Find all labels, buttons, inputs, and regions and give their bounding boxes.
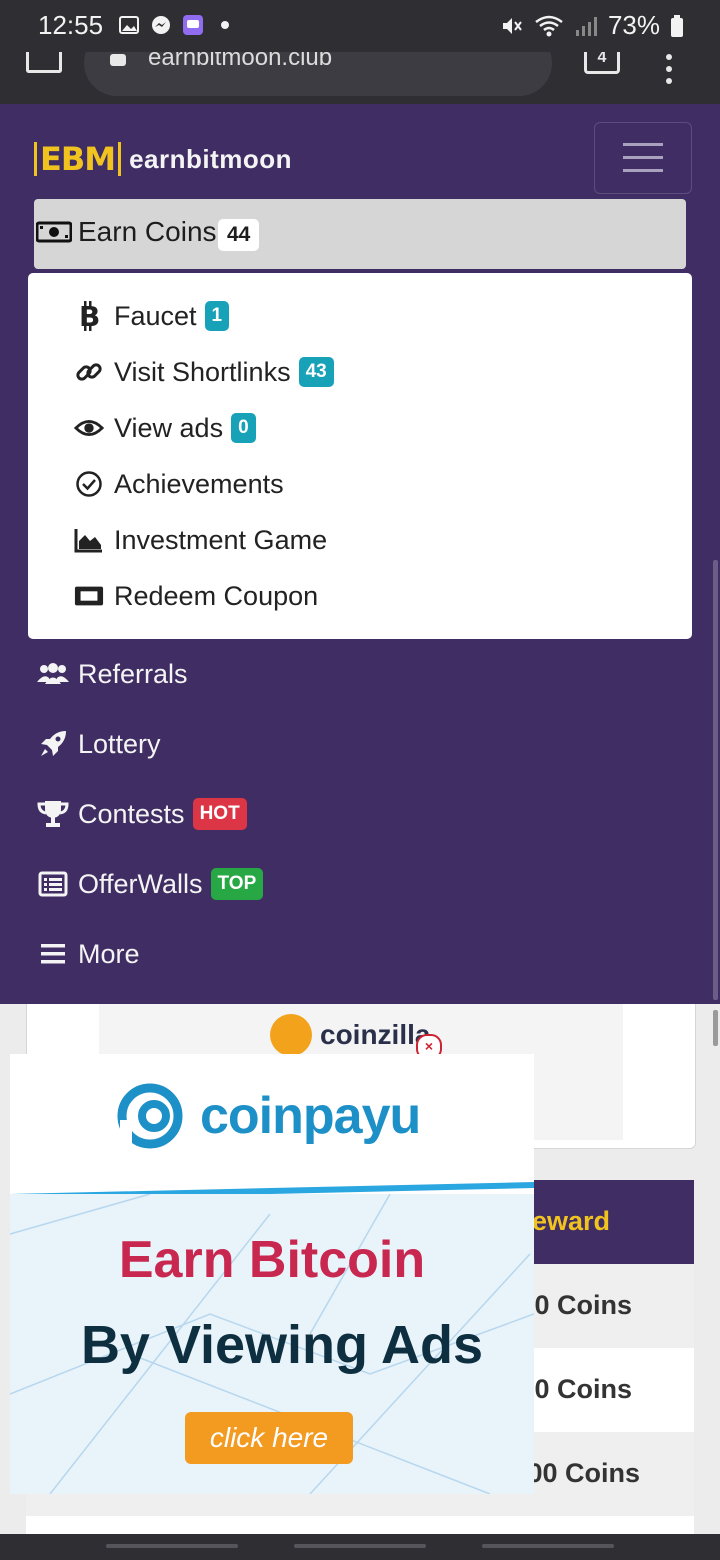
coinzilla-mascot-icon: [270, 1014, 312, 1056]
reward-column-header: eward: [531, 1206, 610, 1236]
list-icon: [36, 869, 70, 899]
area-chart-icon: [74, 525, 104, 555]
reward-cell: 00 Coins: [527, 1458, 640, 1488]
gallery-icon: [119, 16, 139, 34]
menu-item-view-ads[interactable]: View ads 0: [74, 403, 256, 453]
page-scrollbar[interactable]: [713, 1010, 718, 1046]
logo-text: earnbitmoon: [129, 143, 293, 174]
system-nav-bar: [0, 1534, 720, 1560]
reward-cell: 00 Coins: [519, 1374, 632, 1404]
menu-item-faucet[interactable]: B Faucet 1: [74, 291, 230, 341]
money-bill-icon: [36, 221, 72, 243]
users-icon: [36, 659, 70, 689]
earn-coins-dropdown-toggle[interactable]: Earn Coins 44: [34, 199, 686, 269]
faucet-label: Faucet: [114, 300, 197, 331]
tab-switcher-button[interactable]: 4: [584, 52, 620, 74]
menu-item-achievements[interactable]: Achievements: [74, 459, 284, 509]
view-ads-label: View ads: [114, 412, 224, 443]
ad-subheadline: By Viewing Ads: [80, 1315, 484, 1375]
earn-coins-menu: B Faucet 1 Visit Shortlinks 43 View ads …: [28, 273, 692, 639]
site-logo[interactable]: EBM earnbitmoon: [34, 140, 292, 178]
shortlinks-label: Visit Shortlinks: [114, 356, 291, 387]
back-button[interactable]: [482, 1544, 614, 1548]
redeem-coupon-label: Redeem Coupon: [114, 580, 319, 611]
home-icon[interactable]: [26, 52, 62, 73]
ad-brand: coinpayu: [200, 1087, 421, 1145]
chat-app-icon: [183, 15, 203, 35]
lottery-label: Lottery: [78, 728, 161, 759]
bitcoin-icon: B: [74, 301, 104, 331]
site-nav: EBM earnbitmoon Earn Coins 44 B Faucet 1…: [0, 104, 720, 1004]
hot-badge: HOT: [192, 798, 247, 830]
offerwalls-label: OfferWalls: [78, 868, 203, 899]
coinpayu-ad[interactable]: coinpayu Earn Bitcoin By Viewing Ads cli…: [10, 1054, 534, 1494]
nav-scrollbar[interactable]: [713, 560, 718, 1000]
url-text[interactable]: earnbitmoon.club: [148, 52, 332, 72]
browser-toolbar: earnbitmoon.club 4: [0, 52, 720, 104]
signal-icon: [575, 16, 597, 36]
earn-coins-label: Earn Coins: [78, 216, 217, 247]
faucet-badge: 1: [204, 301, 230, 331]
nav-item-lottery[interactable]: Lottery: [36, 719, 161, 769]
nav-toggle-button[interactable]: [594, 122, 692, 194]
nav-item-referrals[interactable]: Referrals: [36, 649, 188, 699]
top-badge: TOP: [210, 868, 264, 900]
eye-icon: [74, 413, 104, 443]
recent-apps-button[interactable]: [106, 1544, 238, 1548]
coinpayu-logo-icon: [117, 1083, 183, 1149]
menu-item-investment-game[interactable]: Investment Game: [74, 515, 327, 565]
home-button[interactable]: [294, 1544, 426, 1548]
battery-icon: [671, 14, 683, 37]
menu-item-redeem-coupon[interactable]: Redeem Coupon: [74, 571, 318, 621]
contests-label: Contests: [78, 798, 185, 829]
status-right: 73%: [500, 10, 684, 41]
lock-icon: [110, 54, 126, 66]
reward-cell: 00 Coins: [519, 1290, 632, 1320]
status-bar: 12:55 73%: [0, 0, 720, 52]
trophy-icon: [36, 799, 70, 829]
mute-icon: [502, 17, 522, 34]
dot-icon: [221, 21, 229, 29]
nav-item-contests[interactable]: Contests HOT: [36, 789, 247, 839]
wifi-icon: [535, 15, 563, 36]
check-circle-icon: [74, 469, 104, 499]
view-ads-badge: 0: [231, 413, 256, 443]
overflow-menu-icon[interactable]: [666, 54, 674, 90]
status-time: 12:55: [38, 10, 104, 40]
nav-item-more[interactable]: More: [36, 929, 140, 979]
ticket-icon: [74, 581, 104, 611]
notification-icons: [118, 14, 236, 36]
link-icon: [74, 357, 104, 387]
earn-coins-badge: 44: [218, 219, 260, 251]
battery-percent: 73%: [607, 10, 660, 40]
logo-mark: EBM: [34, 142, 122, 176]
messenger-icon: [152, 16, 170, 34]
nav-item-offerwalls[interactable]: OfferWalls TOP: [36, 859, 264, 909]
coinzilla-logo[interactable]: coinzilla: [270, 1014, 430, 1056]
investment-game-label: Investment Game: [114, 524, 328, 555]
menu-item-shortlinks[interactable]: Visit Shortlinks 43: [74, 347, 334, 397]
shortlinks-badge: 43: [298, 357, 334, 387]
coinzilla-text: coinzilla: [320, 1019, 431, 1050]
ad-header: coinpayu: [10, 1054, 534, 1182]
ad-click-here-button[interactable]: click here: [185, 1412, 353, 1464]
ad-headline: Earn Bitcoin: [118, 1231, 426, 1289]
more-label: More: [78, 938, 140, 969]
rocket-icon: [36, 729, 70, 759]
achievements-label: Achievements: [114, 468, 284, 499]
referrals-label: Referrals: [78, 658, 188, 689]
hamburger-icon: [36, 939, 70, 969]
